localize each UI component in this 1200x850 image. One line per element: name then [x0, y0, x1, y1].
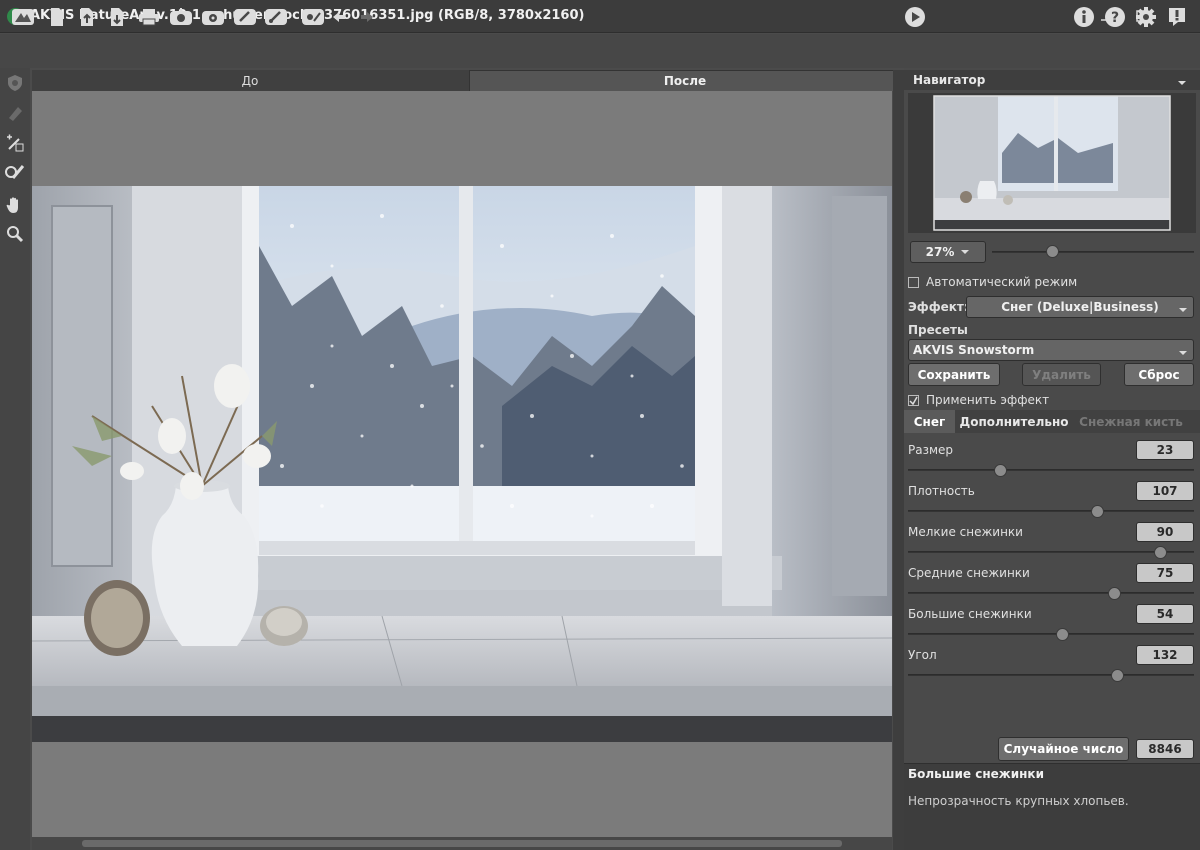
panel-splitter[interactable] [893, 70, 904, 850]
tab-after[interactable]: После [469, 70, 901, 91]
chevron-down-icon [1178, 346, 1188, 360]
navigator-preview[interactable] [908, 93, 1196, 233]
param-value-angle[interactable]: 132 [1136, 645, 1194, 665]
param-value-small-flakes[interactable]: 90 [1136, 522, 1194, 542]
navigator-title: Навигатор [913, 73, 986, 87]
param-slider-medium-flakes[interactable] [908, 592, 1194, 594]
tab-advanced[interactable]: Дополнительно [958, 410, 1070, 433]
settings-gear-icon[interactable] [1133, 4, 1159, 30]
param-label-small-flakes: Мелкие снежинки [908, 525, 1023, 539]
help-text: Непрозрачность крупных хлопьев. [908, 794, 1129, 808]
home-icon[interactable] [9, 4, 37, 30]
param-label-medium-flakes: Средние снежинки [908, 566, 1030, 580]
tab-before[interactable]: До [32, 70, 468, 91]
result-image [32, 186, 892, 742]
param-value-density[interactable]: 107 [1136, 481, 1194, 501]
open-file-icon[interactable] [74, 4, 100, 30]
param-label-size: Размер [908, 443, 954, 457]
notification-icon[interactable] [1164, 4, 1190, 30]
toolbar [0, 34, 1200, 68]
info-icon[interactable] [1071, 4, 1097, 30]
param-slider-angle[interactable] [908, 674, 1194, 676]
snow-brush-icon[interactable] [2, 160, 28, 186]
hand-icon[interactable] [2, 192, 28, 218]
navigator-header[interactable]: Навигатор [904, 70, 1200, 90]
param-slider-size[interactable] [908, 469, 1194, 471]
tab-snow[interactable]: Снег [904, 410, 955, 433]
chevron-down-icon [961, 250, 970, 254]
eraser-icon[interactable] [2, 100, 28, 126]
chevron-down-icon[interactable] [1177, 76, 1187, 90]
batch-icon[interactable] [299, 4, 327, 30]
param-slider-density[interactable] [908, 510, 1194, 512]
export-preset-icon[interactable] [199, 4, 227, 30]
zoom-value: 27% [925, 245, 955, 259]
save-preset-button[interactable]: Сохранить [908, 363, 1000, 386]
zoom-icon[interactable] [2, 221, 28, 247]
param-label-large-flakes: Большие снежинки [908, 607, 1032, 621]
print-icon[interactable] [135, 4, 163, 30]
reset-preset-button[interactable]: Сброс [1124, 363, 1194, 386]
param-knob-density[interactable] [1090, 505, 1104, 518]
help-icon[interactable]: ? [1102, 4, 1128, 30]
load-strokes-icon[interactable] [231, 4, 259, 30]
presets-label: Пресеты [908, 323, 968, 337]
run-icon[interactable] [902, 4, 928, 30]
new-file-icon[interactable] [44, 4, 70, 30]
param-slider-large-flakes[interactable] [908, 633, 1194, 635]
apply-effect-label: Применить эффект [926, 393, 1050, 407]
effect-label: Эффект: [908, 300, 969, 314]
redo-icon[interactable] [356, 4, 378, 30]
undo-icon[interactable] [328, 4, 350, 30]
auto-mode-label: Автоматический режим [926, 275, 1078, 289]
protection-icon[interactable] [2, 70, 28, 96]
horizontal-scrollbar[interactable] [32, 837, 892, 850]
help-title: Большие снежинки [908, 767, 1044, 781]
param-value-size[interactable]: 23 [1136, 440, 1194, 460]
direction-tool-icon[interactable] [2, 130, 28, 156]
chevron-down-icon [1178, 303, 1188, 317]
param-value-large-flakes[interactable]: 54 [1136, 604, 1194, 624]
apply-effect-checkbox[interactable] [908, 395, 919, 406]
checkmark-icon [909, 396, 918, 405]
param-knob-size[interactable] [993, 464, 1007, 477]
random-seed-value[interactable]: 8846 [1136, 739, 1194, 759]
auto-mode-checkbox[interactable] [908, 277, 919, 288]
zoom-select[interactable]: 27% [910, 241, 986, 263]
delete-preset-button[interactable]: Удалить [1022, 363, 1101, 386]
param-knob-small-flakes[interactable] [1153, 546, 1167, 559]
param-label-density: Плотность [908, 484, 975, 498]
save-file-icon[interactable] [104, 4, 130, 30]
effect-select[interactable]: Снег (Deluxe|Business) [966, 296, 1194, 318]
tab-snow-brush[interactable]: Снежная кисть [1078, 410, 1184, 433]
random-seed-button[interactable]: Случайное число [998, 737, 1129, 761]
preset-select[interactable]: AKVIS Snowstorm [908, 339, 1194, 361]
zoom-slider-knob[interactable] [1046, 245, 1059, 258]
save-strokes-icon[interactable] [262, 4, 290, 30]
param-value-medium-flakes[interactable]: 75 [1136, 563, 1194, 583]
param-knob-medium-flakes[interactable] [1107, 587, 1121, 600]
param-knob-angle[interactable] [1110, 669, 1124, 682]
scrollbar-thumb[interactable] [82, 840, 842, 847]
svg-text:?: ? [1111, 10, 1119, 26]
param-slider-small-flakes[interactable] [908, 551, 1194, 553]
effect-value: Снег (Deluxe|Business) [1001, 300, 1159, 314]
param-label-angle: Угол [908, 648, 937, 662]
preset-value: AKVIS Snowstorm [913, 343, 1035, 357]
import-preset-icon[interactable] [167, 4, 195, 30]
zoom-slider-track[interactable] [992, 251, 1194, 253]
